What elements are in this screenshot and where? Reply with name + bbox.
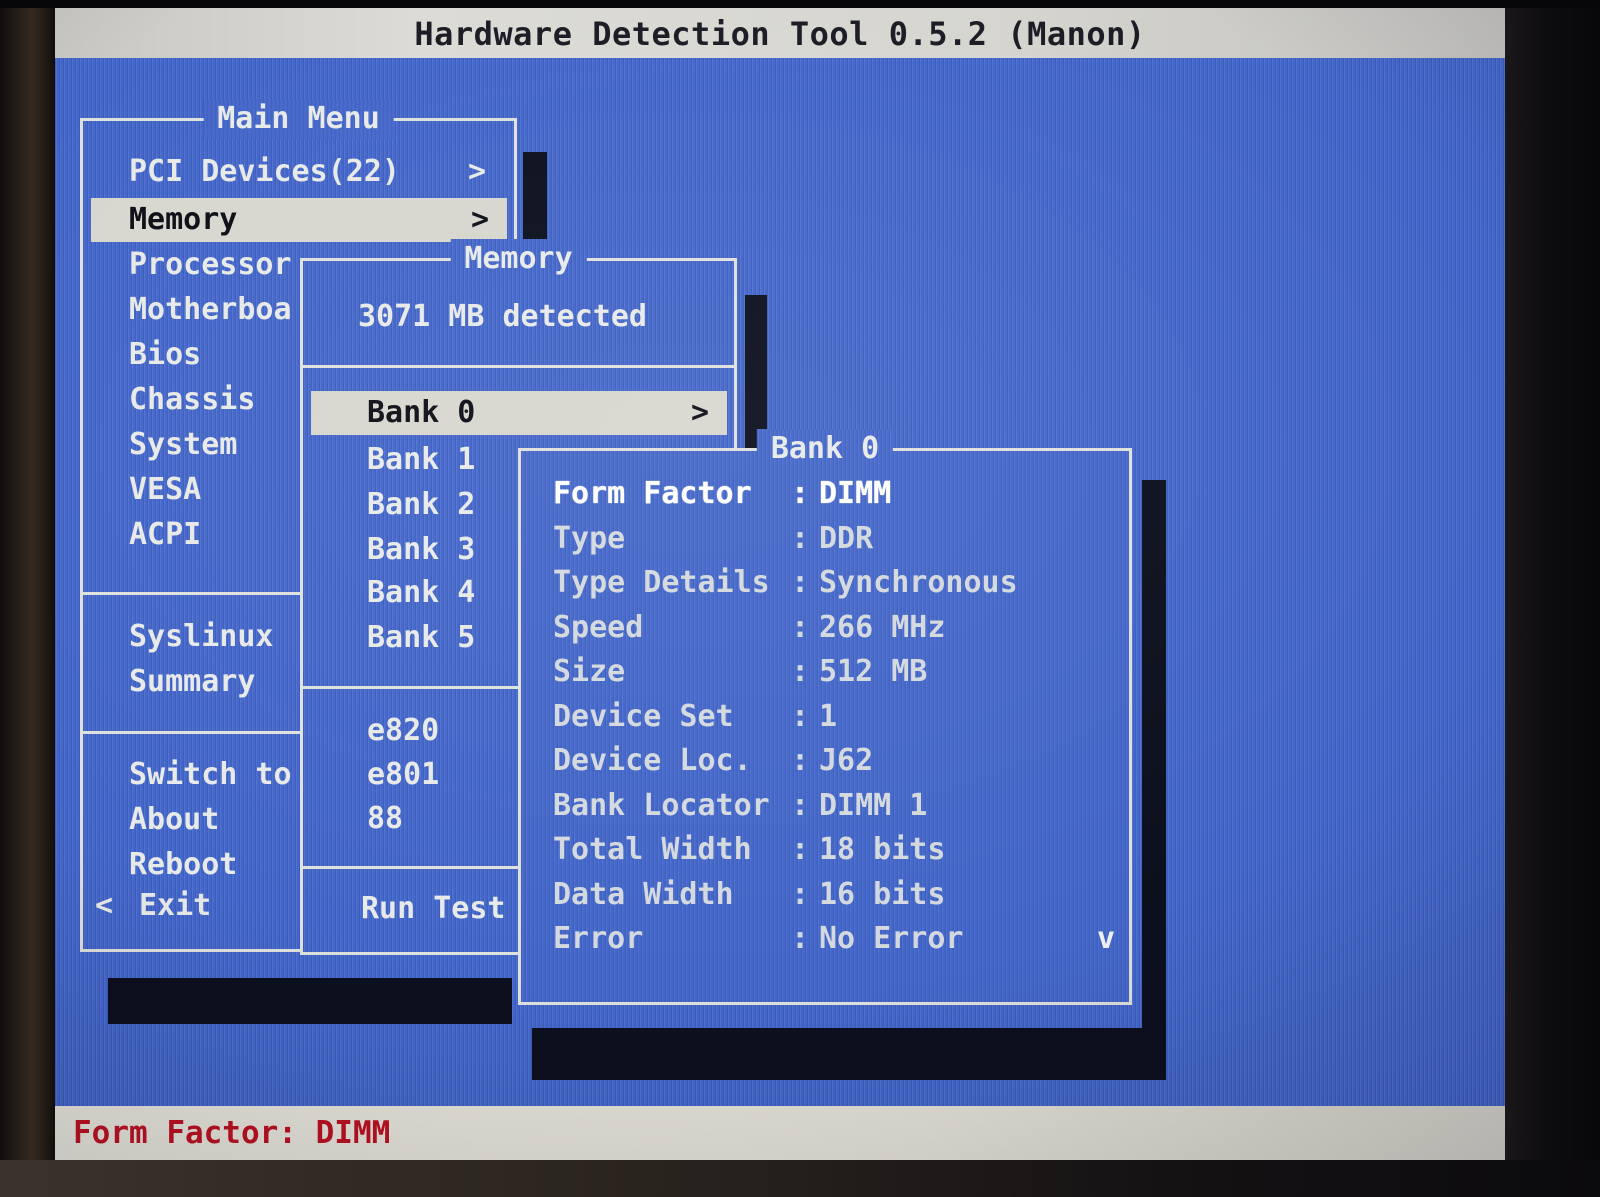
bank0-row-bank-locator: Bank Locator : DIMM 1 [553, 784, 1117, 828]
menu-item-label: Syslinux [129, 619, 274, 654]
back-arrow-icon: < [95, 884, 113, 928]
menu-item-label: 88 [367, 801, 403, 836]
crt-screen: Hardware Detection Tool 0.5.2 (Manon) Ma… [55, 8, 1505, 1160]
menu-item-label: Summary [129, 664, 255, 699]
row-value: No Error [819, 917, 1117, 961]
menu-item-label: Reboot [129, 847, 237, 882]
row-colon: : [791, 784, 819, 828]
monitor-bezel-right [1505, 0, 1600, 1197]
menu-item-label: Bank 1 [367, 442, 475, 477]
menu-item-label: PCI Devices(22) [129, 154, 400, 189]
bank0-window-shadow-bottom [532, 1028, 1166, 1080]
row-label: Device Set [553, 695, 791, 739]
scroll-down-indicator-icon: v [1097, 917, 1115, 961]
bank0-window: Bank 0 Form Factor : DIMM Type : DDR Typ… [518, 448, 1132, 1005]
menu-item-label: Exit [139, 888, 211, 923]
bank0-row-device-loc: Device Loc. : J62 [553, 739, 1117, 783]
menu-item-label: Chassis [129, 382, 255, 417]
row-colon: : [791, 561, 819, 605]
app-title-bar: Hardware Detection Tool 0.5.2 (Manon) [55, 8, 1505, 58]
row-colon: : [791, 828, 819, 872]
menu-item-memory-selected[interactable]: Memory > [91, 198, 507, 242]
row-label: Size [553, 650, 791, 694]
menu-item-label: e820 [367, 713, 439, 748]
menu-item-label: ACPI [129, 517, 201, 552]
row-colon: : [791, 873, 819, 917]
row-label: Form Factor [553, 472, 791, 516]
bank0-row-type-details: Type Details : Synchronous [553, 561, 1117, 605]
status-bar: Form Factor: DIMM [55, 1106, 1505, 1160]
menu-item-label: Processor [129, 247, 292, 282]
row-colon: : [791, 739, 819, 783]
menu-item-pci-devices[interactable]: PCI Devices(22) > [83, 150, 510, 194]
row-value: 266 MHz [819, 606, 1117, 650]
menu-item-label: Bank 2 [367, 487, 475, 522]
memory-detected-label: 3071 MB detected [358, 299, 647, 334]
row-colon: : [791, 917, 819, 961]
bank0-row-speed: Speed : 266 MHz [553, 606, 1117, 650]
bank0-row-total-width: Total Width : 18 bits [553, 828, 1117, 872]
menu-item-label: VESA [129, 472, 201, 507]
menu-item-label: About [129, 802, 219, 837]
bank0-row-data-width: Data Width : 16 bits [553, 873, 1117, 917]
row-colon: : [791, 517, 819, 561]
row-value: Synchronous [819, 561, 1117, 605]
menu-item-label: Motherboa [129, 292, 292, 327]
bank0-row-size: Size : 512 MB [553, 650, 1117, 694]
menu-item-label: Run Test [361, 891, 506, 926]
menu-item-label: Bank 5 [367, 620, 475, 655]
bank0-window-shadow-right [1142, 480, 1166, 1080]
menu-separator [303, 365, 734, 368]
row-value: 18 bits [819, 828, 1117, 872]
menu-item-label: Bank 0 [367, 395, 475, 430]
row-label: Type Details [553, 561, 791, 605]
memory-window-title: Memory [450, 239, 586, 279]
row-label: Bank Locator [553, 784, 791, 828]
app-title: Hardware Detection Tool 0.5.2 (Manon) [414, 15, 1145, 53]
menu-item-label: Switch to [129, 757, 292, 792]
submenu-arrow-icon: > [691, 391, 709, 435]
row-value: 512 MB [819, 650, 1117, 694]
row-colon: : [791, 650, 819, 694]
row-value: DDR [819, 517, 1117, 561]
bank0-row-type: Type : DDR [553, 517, 1117, 561]
row-colon: : [791, 606, 819, 650]
main-menu-title: Main Menu [203, 99, 394, 139]
row-value: J62 [819, 739, 1117, 783]
bank0-window-title: Bank 0 [757, 429, 893, 469]
row-value: DIMM 1 [819, 784, 1117, 828]
menu-item-label: System [129, 427, 237, 462]
monitor-bezel-left [0, 0, 57, 1197]
bank0-row-form-factor: Form Factor : DIMM [553, 472, 1117, 516]
row-value: 16 bits [819, 873, 1117, 917]
row-colon: : [791, 472, 819, 516]
row-label: Total Width [553, 828, 791, 872]
row-colon: : [791, 695, 819, 739]
row-label: Speed [553, 606, 791, 650]
monitor-bezel-top [0, 0, 1600, 8]
row-value: 1 [819, 695, 1117, 739]
status-bar-text: Form Factor: DIMM [73, 1115, 390, 1151]
bank0-row-error: Error : No Error [553, 917, 1117, 961]
menu-item-label: Memory [129, 202, 237, 237]
submenu-arrow-icon: > [468, 150, 486, 194]
menu-item-label: Bank 4 [367, 575, 475, 610]
row-value: DIMM [819, 472, 1117, 516]
bank0-row-device-set: Device Set : 1 [553, 695, 1117, 739]
row-label: Device Loc. [553, 739, 791, 783]
memory-detected-text: 3071 MB detected [303, 295, 730, 339]
row-label: Data Width [553, 873, 791, 917]
row-label: Error [553, 917, 791, 961]
menu-item-label: e801 [367, 757, 439, 792]
menu-item-label: Bios [129, 337, 201, 372]
submenu-arrow-icon: > [471, 198, 489, 242]
menu-item-label: Bank 3 [367, 532, 475, 567]
menu-item-bank-0-selected[interactable]: Bank 0 > [311, 391, 727, 435]
menus-shadow-bottom [108, 978, 512, 1024]
monitor-bezel-bottom [0, 1160, 1600, 1197]
row-label: Type [553, 517, 791, 561]
